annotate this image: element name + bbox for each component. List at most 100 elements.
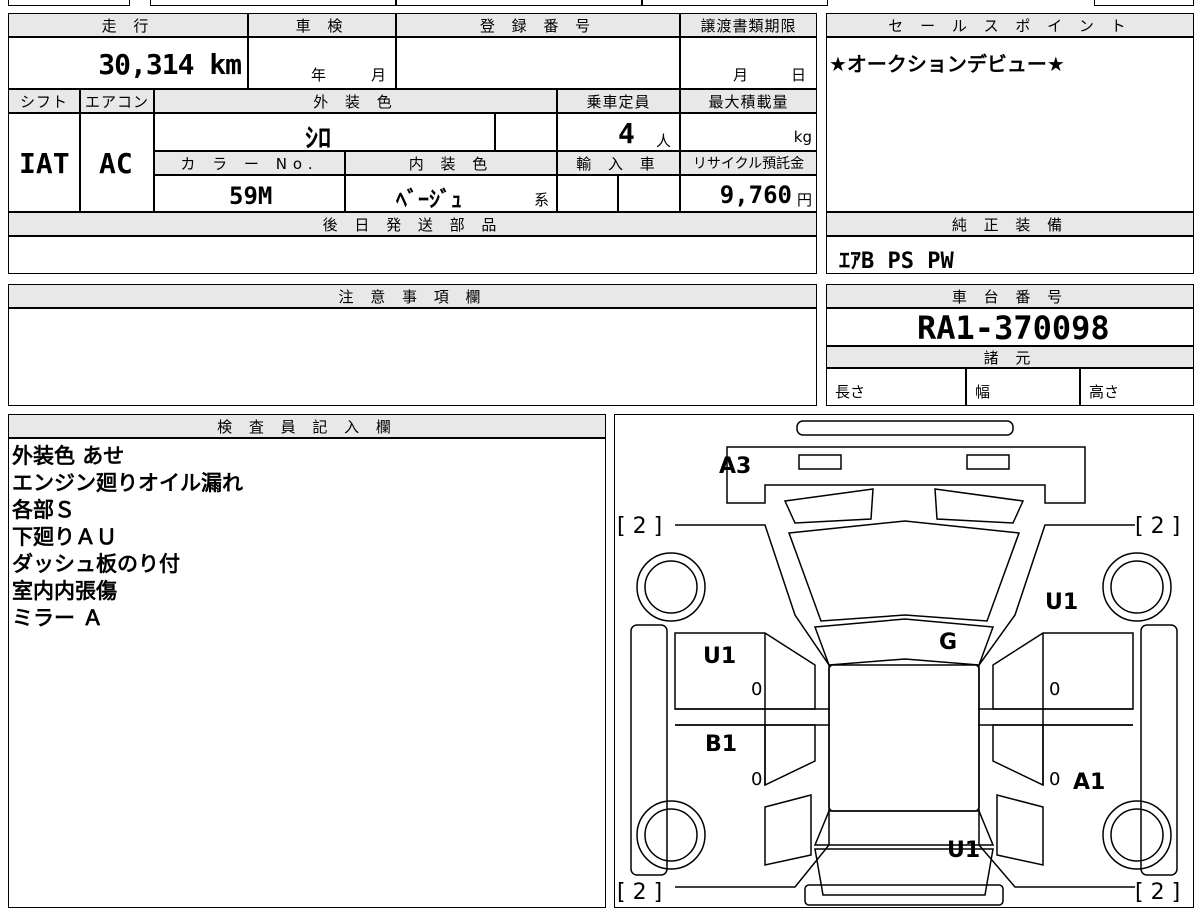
chassis-cell: RA1-370098 <box>826 308 1194 347</box>
exterior-cell: ｼﾛ <box>154 113 495 154</box>
headlight-left <box>783 488 874 524</box>
exterior-header: 外 装 色 <box>154 89 557 113</box>
car-diagram-panel: A3 G U1 U1 B1 A1 U1 [ 2 ] [ 2 ] [ 2 ] [ … <box>614 414 1194 908</box>
inspector-line: ダッシュ板のり付 <box>12 552 180 576</box>
sales-point-text: ★オークションデビュー★ <box>829 52 1065 76</box>
ac-cell: AC <box>80 113 154 212</box>
sales-point-header: セ ー ル ス ポ イ ン ト <box>826 13 1194 37</box>
caution-header: 注 意 事 項 欄 <box>8 284 817 308</box>
top-strip-cell-3 <box>396 0 642 6</box>
top-strip-cell-2 <box>150 0 396 6</box>
capacity-cell: 4 人 <box>557 113 680 151</box>
regno-cell <box>396 37 680 89</box>
hood-outline <box>787 520 1021 622</box>
spec-length-label: 長さ <box>835 383 866 401</box>
mileage-value: 30,314 km <box>98 48 242 81</box>
recycle-cell: 9,760 円 <box>680 175 817 212</box>
mileage-header: 走 行 <box>8 13 248 37</box>
shaken-month: 月 <box>371 66 387 84</box>
shaken-year: 年 <box>311 66 327 84</box>
bumper-outline <box>726 446 1086 504</box>
maxload-unit: kg <box>793 128 812 146</box>
front-door-left <box>674 632 816 710</box>
top-strip-cell-4 <box>642 0 828 6</box>
code-g: G <box>939 630 957 655</box>
shift-cell: IAT <box>8 113 80 212</box>
code-a1: A1 <box>1073 770 1105 795</box>
import-cell-a <box>557 175 618 212</box>
recycle-header: リサイクル預託金 <box>680 151 817 175</box>
code-b1: B1 <box>705 732 737 757</box>
code-u1-bottom: U1 <box>947 838 980 863</box>
shift-value: IAT <box>19 147 70 180</box>
top-strip-cell-1 <box>8 0 130 6</box>
genuine-text: ｴｱB PS PW <box>839 249 954 274</box>
tire-front-right: [ 2 ] <box>1135 514 1180 539</box>
transfer-day: 日 <box>791 66 807 84</box>
spec-width-label: 幅 <box>975 383 991 401</box>
car-diagram: A3 G U1 U1 B1 A1 U1 [ 2 ] [ 2 ] [ 2 ] [ … <box>617 420 1180 906</box>
caution-cell <box>8 308 817 406</box>
inspector-header: 検 査 員 記 入 欄 <box>8 414 606 438</box>
interior-header: 内 装 色 <box>345 151 557 175</box>
transfer-month: 月 <box>733 66 749 84</box>
inspector-line: 室内内張傷 <box>12 579 117 603</box>
inspector-line: 下廻りＡＵ <box>12 525 117 549</box>
inspector-cell: 外装色 あせ エンジン廻りオイル漏れ 各部Ｓ 下廻りＡＵ ダッシュ板のり付 室内… <box>8 438 606 908</box>
spec-height-label: 高さ <box>1089 383 1120 401</box>
colorno-header: カ ラ ー No. <box>154 151 345 175</box>
genuine-cell: ｴｱB PS PW <box>826 236 1194 274</box>
chassis-value: RA1-370098 <box>917 309 1110 347</box>
capacity-header: 乗車定員 <box>557 89 680 113</box>
zero-mark: 0 <box>1049 769 1060 790</box>
ac-value: AC <box>99 147 133 180</box>
ac-header: エアコン <box>80 89 154 113</box>
roof-outline <box>828 664 980 812</box>
maxload-cell: kg <box>680 113 817 151</box>
capacity-unit: 人 <box>656 132 672 150</box>
rear-bumper-shape <box>796 420 1014 436</box>
spec-height-cell: 高さ <box>1080 368 1194 406</box>
transfer-header: 譲渡書類期限 <box>680 13 817 37</box>
interior-suffix: 系 <box>534 191 550 209</box>
interior-value: ﾍﾞｰｼﾞｭ <box>396 188 463 213</box>
spec-length-cell: 長さ <box>826 368 966 406</box>
import-header: 輸 入 車 <box>557 151 680 175</box>
regno-header: 登 録 番 号 <box>396 13 680 37</box>
windshield-outline <box>813 618 995 666</box>
front-door-right <box>992 632 1134 710</box>
tire-rear-left: [ 2 ] <box>617 880 662 905</box>
colorno-cell: 59M <box>154 175 345 212</box>
shift-header: シフト <box>8 89 80 113</box>
top-strip-cell-5 <box>1094 0 1194 6</box>
inspector-line: 各部Ｓ <box>12 498 75 522</box>
tire-rear-right: [ 2 ] <box>1135 880 1180 905</box>
rear-door-right <box>992 724 1133 787</box>
maxload-header: 最大積載量 <box>680 89 817 113</box>
chassis-header: 車 台 番 号 <box>826 284 1194 308</box>
mileage-cell: 30,314 km <box>8 37 248 89</box>
taillight-right <box>996 794 1044 866</box>
capacity-value: 4 <box>618 117 635 150</box>
genuine-header: 純 正 装 備 <box>826 212 1194 236</box>
transfer-cell: 月 日 <box>680 37 817 89</box>
code-u1-right-top: U1 <box>1045 590 1078 615</box>
wheel-rear-right <box>1102 800 1172 870</box>
inspector-line: ミラー Ａ <box>12 606 104 630</box>
shaken-header: 車 検 <box>248 13 396 37</box>
colorno-value: 59M <box>229 182 273 210</box>
later-parts-cell <box>8 236 817 274</box>
wheel-front-right <box>1102 552 1172 622</box>
spec-width-cell: 幅 <box>966 368 1080 406</box>
wheel-front-left <box>636 552 706 622</box>
recycle-value: 9,760 <box>719 181 792 209</box>
code-u1-left: U1 <box>703 644 736 669</box>
headlight-right <box>934 488 1025 524</box>
taillight-left <box>764 794 812 866</box>
inspector-line: エンジン廻りオイル漏れ <box>12 471 243 495</box>
exterior-value: ｼﾛ <box>305 124 332 154</box>
exterior-extra-cell <box>495 113 557 151</box>
recycle-unit: 円 <box>796 191 812 209</box>
rear-door-left <box>675 724 816 787</box>
zero-mark: 0 <box>751 679 762 700</box>
